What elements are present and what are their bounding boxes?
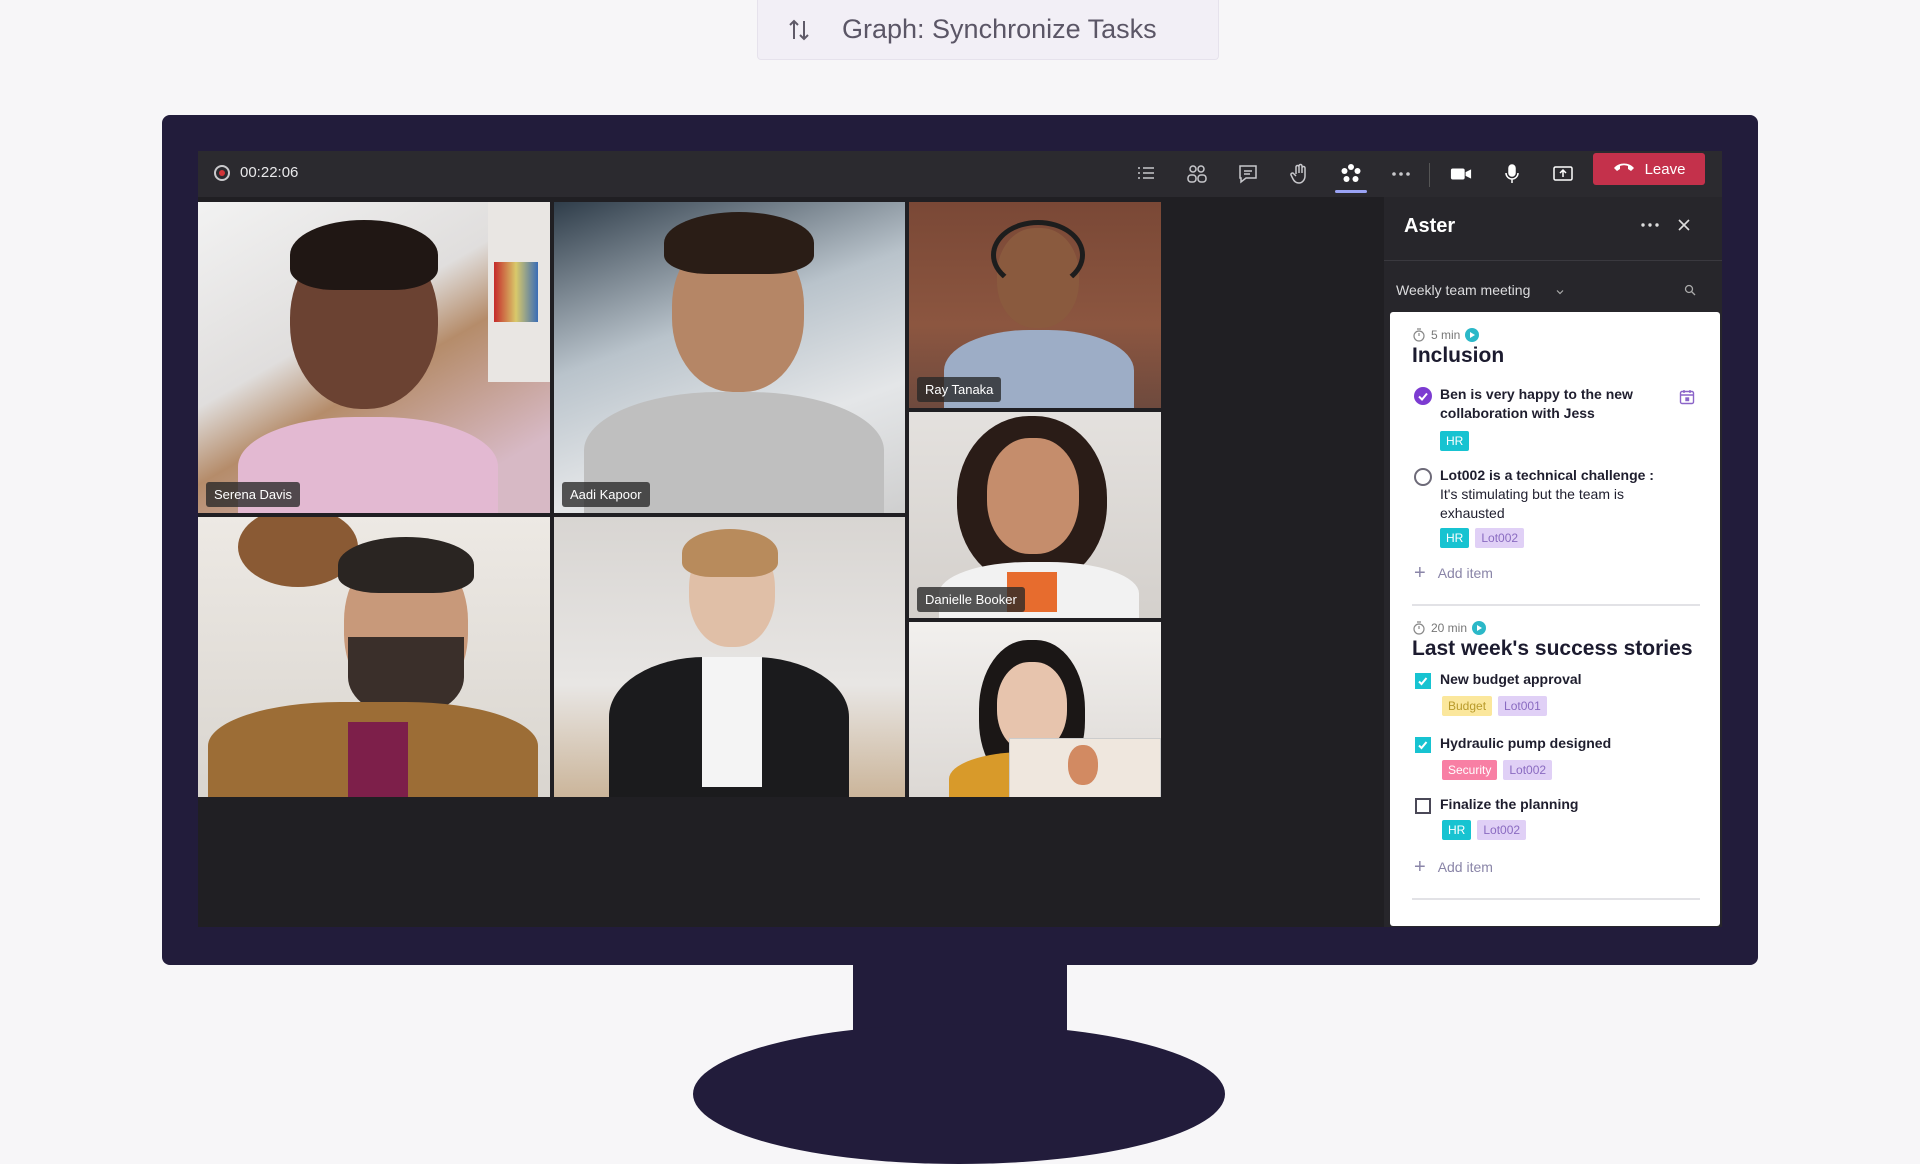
checked-box-icon[interactable] (1415, 737, 1431, 753)
tag[interactable]: HR (1440, 431, 1470, 451)
close-icon[interactable] (1674, 215, 1694, 235)
item-tags: HR Lot002 (1440, 528, 1525, 548)
item-tags: Security Lot002 (1442, 760, 1553, 780)
panel-divider (1384, 260, 1722, 261)
meeting-screen: 00:22:06 Leave Serena Davis Aadi Kapoor … (198, 151, 1722, 927)
monitor-stand-base (693, 1024, 1225, 1164)
section-duration: 20 min (1412, 621, 1487, 635)
video-tile-danielle[interactable]: Danielle Booker (909, 412, 1161, 618)
unchecked-box-icon[interactable] (1415, 798, 1431, 814)
unchecked-circle-icon[interactable] (1414, 468, 1432, 486)
participant-name: Danielle Booker (917, 587, 1025, 612)
tag[interactable]: HR (1442, 820, 1472, 840)
participant-name: Aadi Kapoor (562, 482, 650, 507)
item-tags: HR Lot002 (1442, 820, 1527, 840)
toolbar-divider (1429, 163, 1430, 187)
chevron-down-icon[interactable] (1554, 285, 1566, 297)
plus-icon: + (1414, 562, 1426, 584)
tag[interactable]: Lot002 (1477, 820, 1527, 840)
video-tile-ray[interactable]: Ray Tanaka (909, 202, 1161, 408)
raise-hand-icon[interactable] (1285, 161, 1313, 187)
aster-panel: Aster Weekly team meeting 5 min Inclusio… (1384, 197, 1722, 927)
monitor-frame: 00:22:06 Leave Serena Davis Aadi Kapoor … (162, 115, 1758, 965)
tag[interactable]: Budget (1442, 696, 1493, 716)
section-divider (1412, 604, 1700, 606)
meeting-toolbar: 00:22:06 Leave (198, 151, 1722, 197)
agenda-item[interactable]: Finalize the planning (1440, 795, 1680, 814)
tag[interactable]: Lot001 (1498, 696, 1547, 716)
search-icon[interactable] (1683, 283, 1697, 297)
item-tags: Budget Lot001 (1442, 696, 1547, 716)
more-icon[interactable] (1387, 161, 1415, 187)
section-duration: 5 min (1412, 328, 1480, 342)
list-icon[interactable] (1132, 161, 1160, 187)
command-banner: Graph: Synchronize Tasks (757, 0, 1219, 60)
agenda-item[interactable]: Hydraulic pump designed (1440, 734, 1680, 753)
calendar-icon[interactable] (1678, 388, 1696, 406)
tag[interactable]: Lot002 (1503, 760, 1553, 780)
agenda-card: 5 min Inclusion Ben is very happy to the… (1390, 312, 1720, 926)
participant-name: Ray Tanaka (917, 377, 1002, 402)
timer-icon (1413, 328, 1425, 342)
video-tile-participant-5[interactable] (198, 517, 550, 797)
agenda-item[interactable]: Ben is very happy to the new collaborati… (1440, 385, 1676, 423)
participant-name: Serena Davis (206, 482, 301, 507)
item-tags: HR (1440, 431, 1470, 451)
panel-title: Aster (1404, 215, 1456, 237)
section-divider (1412, 898, 1700, 900)
play-icon[interactable] (1465, 328, 1480, 342)
mic-icon[interactable] (1498, 161, 1526, 187)
add-item-button[interactable]: + Add item (1414, 856, 1493, 878)
plus-icon: + (1414, 856, 1426, 878)
agenda-item[interactable]: Lot002 is a technical challenge : It's s… (1440, 466, 1680, 523)
video-tile-serena[interactable]: Serena Davis (198, 202, 550, 513)
checked-circle-icon[interactable] (1414, 387, 1432, 405)
video-tile-aadi[interactable]: Aadi Kapoor (554, 202, 905, 513)
aster-app-icon[interactable] (1337, 161, 1365, 187)
self-view-video[interactable] (1009, 738, 1161, 797)
meeting-timer: 00:22:06 (240, 164, 299, 181)
phone-hangup-icon (1613, 160, 1635, 178)
camera-icon[interactable] (1447, 161, 1475, 187)
video-tile-participant-6[interactable] (554, 517, 905, 797)
tag[interactable]: Security (1442, 760, 1498, 780)
leave-label: Leave (1644, 160, 1686, 178)
more-icon[interactable] (1638, 215, 1662, 235)
sync-arrows-icon (788, 17, 810, 43)
timer-icon (1413, 621, 1425, 635)
tag[interactable]: HR (1440, 528, 1470, 548)
play-icon[interactable] (1472, 621, 1487, 635)
people-icon[interactable] (1183, 161, 1211, 187)
leave-button[interactable]: Leave (1593, 153, 1705, 185)
meeting-select[interactable]: Weekly team meeting (1396, 282, 1530, 298)
add-item-button[interactable]: + Add item (1414, 562, 1493, 584)
agenda-item[interactable]: New budget approval (1440, 670, 1680, 689)
active-tab-indicator (1335, 190, 1367, 193)
recording-icon (214, 165, 230, 181)
command-text: Graph: Synchronize Tasks (842, 14, 1157, 44)
tag[interactable]: Lot002 (1475, 528, 1525, 548)
section-title: Inclusion (1412, 344, 1505, 367)
section-title: Last week's success stories (1412, 637, 1693, 660)
checked-box-icon[interactable] (1415, 673, 1431, 689)
chat-icon[interactable] (1234, 161, 1262, 187)
share-screen-icon[interactable] (1549, 161, 1577, 187)
video-tile-participant-7[interactable] (909, 622, 1161, 797)
